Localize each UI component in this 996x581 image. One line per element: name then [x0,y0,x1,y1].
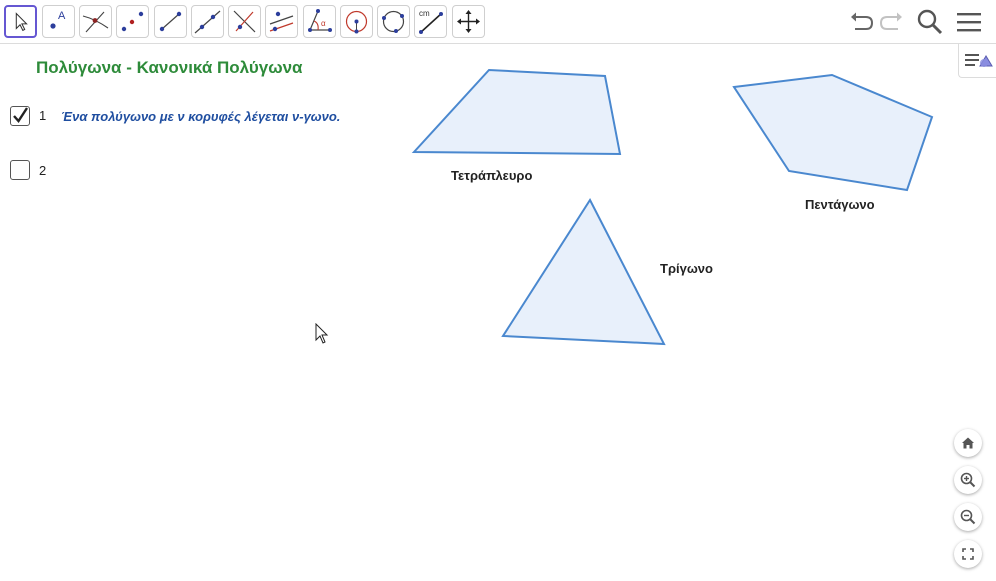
triangle-label: Τρίγωνο [660,261,713,276]
midpoint-tool-button[interactable] [116,5,149,38]
svg-text:cm: cm [419,9,430,18]
circle-three-points-tool-button[interactable] [377,5,410,38]
zoom-in-icon [960,472,976,488]
circle-tool-button[interactable] [340,5,373,38]
parallel-tool-button[interactable] [265,5,298,38]
point-icon: A [50,10,66,29]
redo-button[interactable] [877,7,907,37]
svg-text:α: α [321,19,326,28]
distance-tool-button[interactable]: cm [414,5,447,38]
line-icon [194,10,221,34]
svg-text:A: A [58,10,66,22]
perpendicular-icon [233,10,256,33]
pentagon-label: Πεντάγωνο [805,197,875,212]
toolbar: A α cm [0,0,996,44]
point-tool-button[interactable]: A [42,5,75,38]
pentagon-shape[interactable] [732,73,934,192]
segment-icon [159,11,182,32]
graphics-view[interactable]: Τετράπλευρο Πεντάγωνο Τρίγωνο [0,44,996,581]
triangle-shape[interactable] [501,197,666,346]
move-icon [15,12,28,32]
intersect-icon [82,11,109,33]
fullscreen-button[interactable] [954,540,982,568]
ruler-icon: cm [419,9,443,34]
angle-icon: α [308,9,332,32]
home-icon [962,437,974,449]
fullscreen-icon [962,548,974,560]
parallel-icon [269,11,294,32]
angle-tool-button[interactable]: α [303,5,336,38]
standard-view-button[interactable] [954,429,982,457]
hamburger-menu-icon [957,13,981,32]
circle-three-points-icon [382,10,405,33]
quadrilateral-shape[interactable] [411,68,622,156]
zoom-out-button[interactable] [954,503,982,531]
move-graphics-tool-button[interactable] [452,5,485,38]
redo-icon [879,12,902,30]
zoom-in-button[interactable] [954,466,982,494]
quadrilateral-label: Τετράπλευρο [451,168,532,183]
main-menu-button[interactable] [954,7,984,37]
undo-icon [851,12,874,30]
intersect-tool-button[interactable] [79,5,112,38]
segment-tool-button[interactable] [154,5,187,38]
search-button[interactable] [915,7,945,37]
circle-icon [345,10,368,34]
midpoint-icon [121,11,144,32]
mouse-cursor-icon [315,323,329,344]
perpendicular-tool-button[interactable] [228,5,261,38]
move-graphics-icon [457,10,480,33]
search-icon [917,9,943,35]
line-tool-button[interactable] [191,5,224,38]
undo-button[interactable] [846,7,876,37]
zoom-out-icon [960,509,976,525]
move-tool-button[interactable] [4,5,37,38]
